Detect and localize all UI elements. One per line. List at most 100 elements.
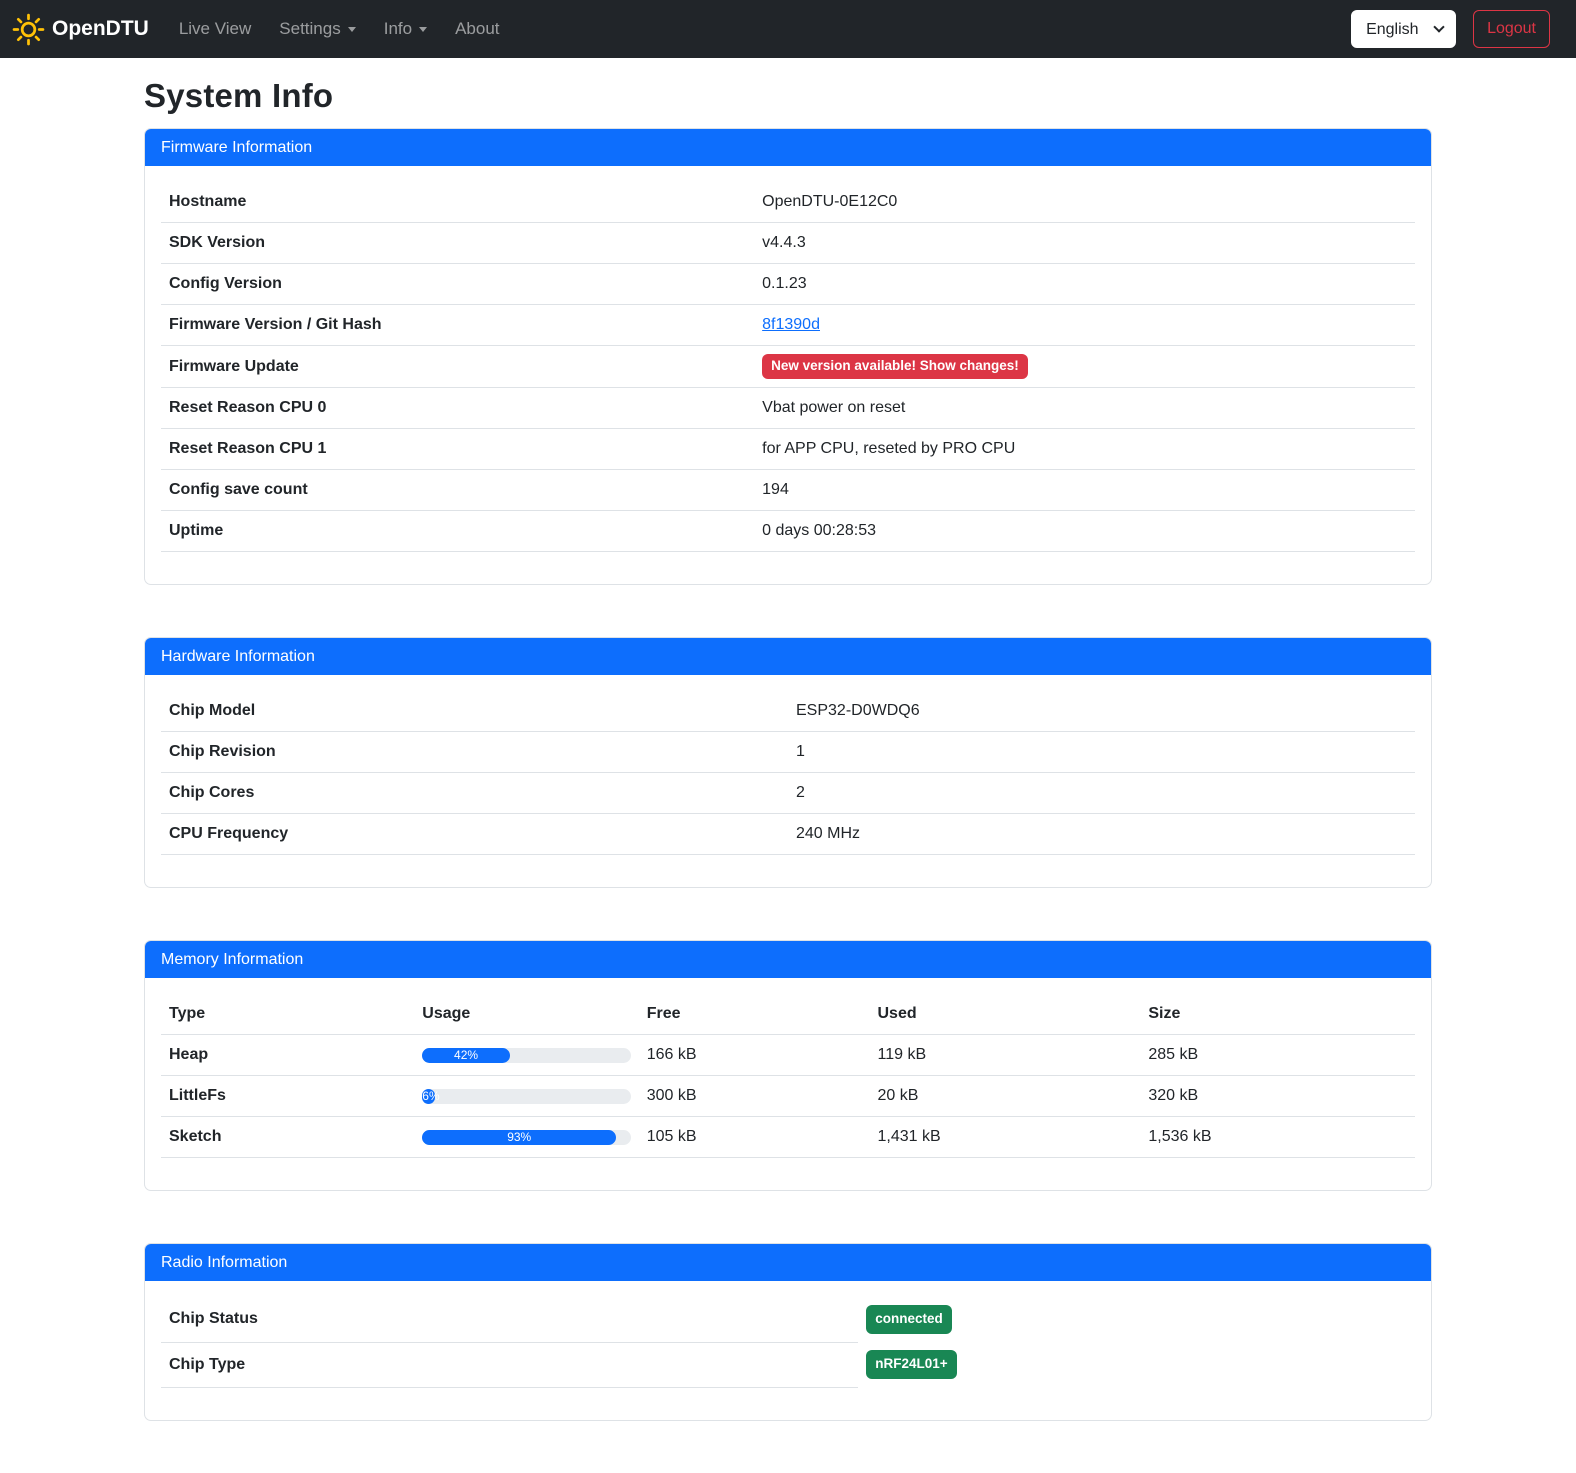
row-label: Uptime — [161, 511, 754, 552]
row-value-cell: 240 MHz — [788, 814, 1415, 855]
table-row: Hostname OpenDTU-0E12C0 — [161, 182, 1415, 223]
memory-table-row: Heap 42% 166 kB119 kB285 kB — [161, 1035, 1415, 1076]
row-value-cell: New version available! Show changes! — [754, 346, 1415, 388]
row-value: 0.1.23 — [762, 275, 806, 292]
brand-label: OpenDTU — [52, 17, 149, 41]
nav-link-label: Settings — [279, 19, 340, 39]
card-radio-header: Radio Information — [145, 1244, 1431, 1281]
memory-column-header: Free — [639, 994, 870, 1035]
radio-table: Chip StatusconnectedChip TypenRF24L01+ — [161, 1297, 1415, 1388]
hardware-table: Chip ModelESP32-D0WDQ6Chip Revision1Chip… — [161, 691, 1415, 855]
table-row: Chip ModelESP32-D0WDQ6 — [161, 691, 1415, 732]
row-value-cell: Vbat power on reset — [754, 388, 1415, 429]
row-value-cell: v4.4.3 — [754, 223, 1415, 264]
language-select-wrap: English — [1351, 10, 1456, 48]
memory-used-value: 119 kB — [869, 1035, 1140, 1076]
row-value: 240 MHz — [796, 825, 860, 842]
table-row: CPU Frequency 240 MHz — [161, 814, 1415, 855]
memory-type-label: LittleFs — [161, 1076, 414, 1117]
nav-link-live-view[interactable]: Live View — [165, 11, 265, 47]
memory-usage-cell: 93% — [414, 1117, 638, 1158]
row-label: Firmware Version / Git Hash — [161, 305, 754, 346]
chevron-down-icon — [419, 27, 427, 32]
card-hardware-body: Chip ModelESP32-D0WDQ6Chip Revision1Chip… — [145, 675, 1431, 887]
card-firmware-header: Firmware Information — [145, 129, 1431, 166]
memory-table: TypeUsageFreeUsedSize Heap 42% 166 kB119 k… — [161, 994, 1415, 1158]
usage-percent-label: 6% — [422, 1090, 439, 1102]
nav-item: Info — [370, 11, 441, 47]
language-select[interactable]: English — [1351, 10, 1456, 48]
row-label: Hostname — [161, 182, 754, 223]
row-value-cell: ESP32-D0WDQ6 — [788, 691, 1415, 732]
memory-type-label: Heap — [161, 1035, 414, 1076]
memory-free-value: 105 kB — [639, 1117, 870, 1158]
row-value: 194 — [762, 481, 789, 498]
row-label: SDK Version — [161, 223, 754, 264]
nav-item: About — [441, 11, 513, 47]
navbar-right: English Logout — [1351, 10, 1550, 48]
memory-table-header-row: TypeUsageFreeUsedSize — [161, 994, 1415, 1035]
row-value-cell: 0 days 00:28:53 — [754, 511, 1415, 552]
nav-link-label: About — [455, 19, 499, 39]
table-row: Firmware Version / Git Hash 8f1390d — [161, 305, 1415, 346]
table-row: Firmware UpdateNew version available! Sh… — [161, 346, 1415, 388]
git-hash-link[interactable]: 8f1390d — [762, 316, 820, 333]
row-label: Chip Model — [161, 691, 788, 732]
row-value: 2 — [796, 784, 805, 801]
memory-free-value: 166 kB — [639, 1035, 870, 1076]
memory-usage-cell: 42% — [414, 1035, 638, 1076]
row-value: Vbat power on reset — [762, 399, 905, 416]
table-row: Config Version 0.1.23 — [161, 264, 1415, 305]
nav-item: Live View — [165, 11, 265, 47]
card-firmware-information: Firmware Information Hostname OpenDTU-0E1… — [144, 128, 1432, 585]
card-firmware-body: Hostname OpenDTU-0E12C0 SDK Version v4.4.3 C… — [145, 166, 1431, 584]
row-label: CPU Frequency — [161, 814, 788, 855]
nav-link-label: Info — [384, 19, 412, 39]
memory-column-header: Type — [161, 994, 414, 1035]
memory-type-label: Sketch — [161, 1117, 414, 1158]
sun-icon — [12, 13, 45, 46]
row-value-cell: 2 — [788, 773, 1415, 814]
row-value: v4.4.3 — [762, 234, 806, 251]
page-title: System Info — [144, 77, 1432, 115]
row-value-cell: for APP CPU, reseted by PRO CPU — [754, 429, 1415, 470]
navbar-menu: Live View Settings Info About — [165, 11, 514, 47]
row-value: 1 — [796, 743, 805, 760]
memory-size-value: 1,536 kB — [1140, 1117, 1415, 1158]
radio-table-row: Chip TypenRF24L01+ — [161, 1342, 1415, 1387]
row-value: for APP CPU, reseted by PRO CPU — [762, 440, 1015, 457]
firmware-update-badge[interactable]: New version available! Show changes! — [762, 354, 1028, 379]
row-value-cell: 194 — [754, 470, 1415, 511]
row-label: Chip Revision — [161, 732, 788, 773]
memory-used-value: 20 kB — [869, 1076, 1140, 1117]
nav-link-settings[interactable]: Settings — [265, 11, 369, 47]
brand-link[interactable]: OpenDTU — [12, 13, 149, 46]
logout-button[interactable]: Logout — [1473, 10, 1550, 48]
chevron-down-icon — [348, 27, 356, 32]
nav-link-info[interactable]: Info — [370, 11, 441, 47]
card-hardware-information: Hardware Information Chip ModelESP32-D0W… — [144, 637, 1432, 888]
usage-progress-bar: 93% — [422, 1130, 616, 1145]
row-label: Chip Status — [161, 1297, 858, 1342]
row-value: 0 days 00:28:53 — [762, 522, 876, 539]
usage-progress-track: 6% — [422, 1089, 630, 1104]
card-radio-body: Chip StatusconnectedChip TypenRF24L01+ — [145, 1281, 1431, 1420]
memory-free-value: 300 kB — [639, 1076, 870, 1117]
radio-badge-cell: connected — [858, 1297, 1415, 1342]
usage-progress-bar: 6% — [422, 1089, 435, 1104]
card-memory-information: Memory Information TypeUsageFreeUsedSize… — [144, 940, 1432, 1191]
row-label: Config Version — [161, 264, 754, 305]
table-row: Chip Cores 2 — [161, 773, 1415, 814]
card-radio-information: Radio Information Chip StatusconnectedCh… — [144, 1243, 1432, 1421]
usage-progress-track: 42% — [422, 1048, 630, 1063]
row-value: OpenDTU-0E12C0 — [762, 193, 897, 210]
memory-size-value: 285 kB — [1140, 1035, 1415, 1076]
memory-column-header: Size — [1140, 994, 1415, 1035]
nav-link-about[interactable]: About — [441, 11, 513, 47]
row-label: Chip Cores — [161, 773, 788, 814]
table-row: Chip Revision 1 — [161, 732, 1415, 773]
row-label: Config save count — [161, 470, 754, 511]
usage-percent-label: 42% — [454, 1049, 478, 1061]
memory-column-header: Used — [869, 994, 1140, 1035]
radio-badge-cell: nRF24L01+ — [858, 1342, 1415, 1387]
